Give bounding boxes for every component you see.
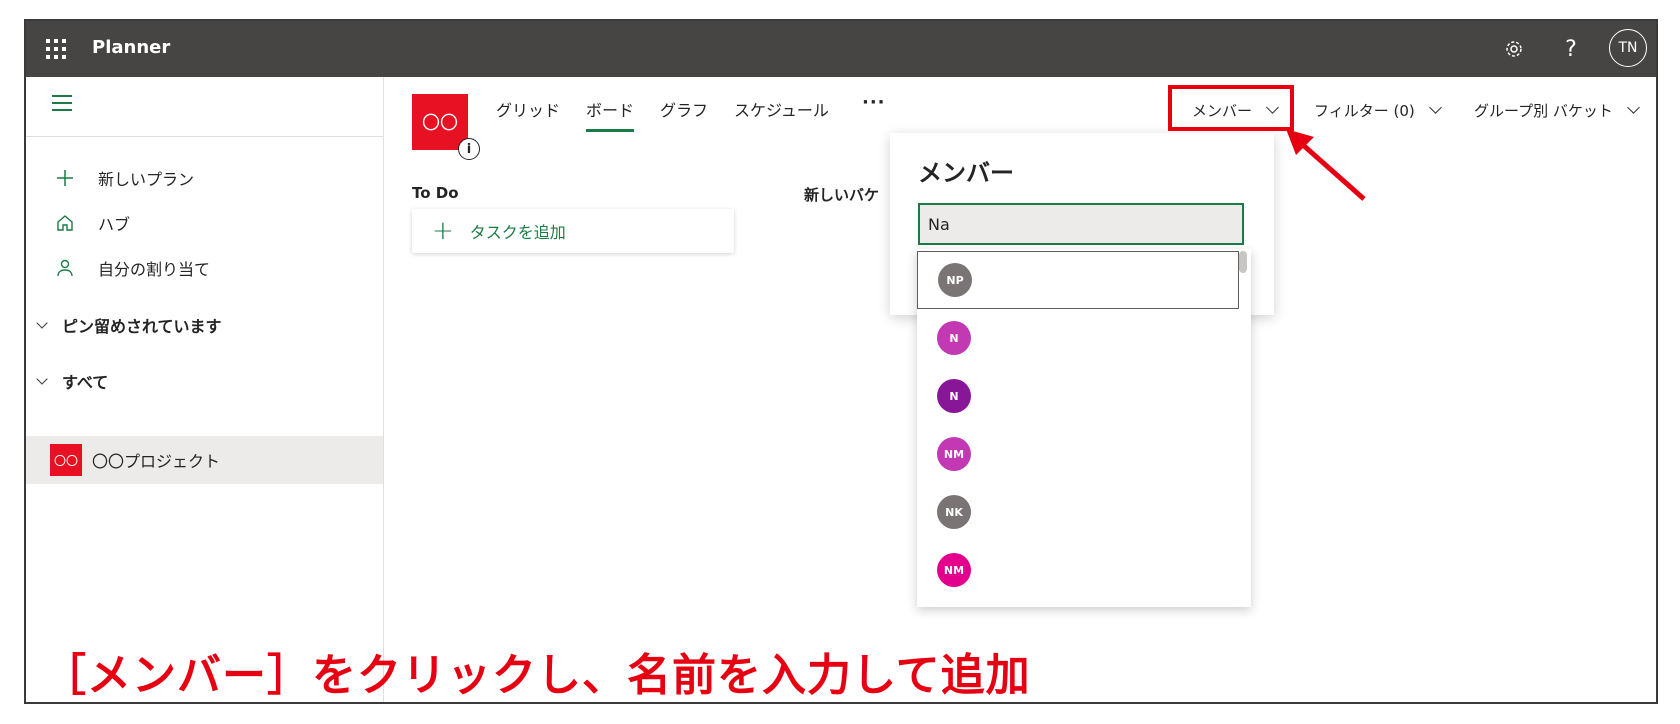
member-panel-title: メンバー xyxy=(918,159,1014,187)
sidebar-item-new-plan[interactable]: 新しいプラン xyxy=(54,163,194,193)
section-all[interactable]: すべて xyxy=(36,366,109,396)
add-task-button[interactable]: + タスクを追加 xyxy=(412,209,734,253)
avatar: NM xyxy=(937,553,971,587)
user-avatar[interactable]: TN xyxy=(1609,29,1647,67)
sidebar: 新しいプラン ハブ 自分の割り当て ピン留めされています すべて 〇〇 〇〇プロ… xyxy=(26,77,384,702)
filter-button[interactable]: フィルター (0) xyxy=(1314,97,1442,123)
group-by-label: グループ別 バケット xyxy=(1474,101,1613,120)
tab-chart[interactable]: グラフ xyxy=(660,94,708,124)
avatar: N xyxy=(937,379,971,413)
list-item[interactable]: N xyxy=(917,309,1239,367)
filter-label: フィルター (0) xyxy=(1314,101,1415,120)
bucket-title-new[interactable]: 新しいバケ xyxy=(804,184,879,205)
tab-board[interactable]: ボード xyxy=(586,94,635,132)
group-by-button[interactable]: グループ別 バケット xyxy=(1474,97,1640,123)
instruction-caption: ［メンバー］をクリックし、名前を入力して追加 xyxy=(42,650,1031,701)
gear-icon[interactable] xyxy=(1500,35,1528,63)
hamburger-menu-icon[interactable] xyxy=(52,95,72,111)
section-label: ピン留めされています xyxy=(62,317,222,336)
more-options-icon[interactable]: ··· xyxy=(862,92,886,113)
person-icon xyxy=(54,257,76,279)
list-item[interactable]: NK xyxy=(917,483,1239,541)
list-item[interactable]: NM xyxy=(917,425,1239,483)
app-header: Planner ? TN xyxy=(26,21,1656,77)
app-launcher-icon[interactable] xyxy=(42,35,70,63)
annotation-arrow-icon xyxy=(1286,129,1366,201)
list-item[interactable]: NM xyxy=(917,541,1239,599)
screenshot-frame: Planner ? TN 新しいプラン ハブ 自分の割り当て ピン留めされていま… xyxy=(24,19,1658,704)
info-icon[interactable]: i xyxy=(458,138,480,160)
plan-logo: 〇〇 xyxy=(50,444,82,476)
plus-icon: + xyxy=(432,216,454,246)
section-pinned[interactable]: ピン留めされています xyxy=(36,310,222,340)
members-highlight-box xyxy=(1168,85,1294,131)
sidebar-item-label: 新しいプラン xyxy=(98,170,195,189)
sidebar-item-hub[interactable]: ハブ xyxy=(54,208,130,238)
chevron-down-icon xyxy=(1627,101,1640,114)
sidebar-divider xyxy=(26,136,384,137)
list-item[interactable]: NP xyxy=(917,251,1239,309)
avatar: NM xyxy=(937,437,971,471)
chevron-down-icon xyxy=(36,316,48,329)
sidebar-item-label: 自分の割り当て xyxy=(98,260,211,279)
sidebar-item-my-assignments[interactable]: 自分の割り当て xyxy=(54,253,210,283)
chevron-down-icon xyxy=(36,372,48,385)
add-task-label: タスクを追加 xyxy=(469,223,566,242)
section-label: すべて xyxy=(62,373,109,392)
home-icon xyxy=(54,212,76,234)
plan-name: 〇〇プロジェクト xyxy=(92,452,221,471)
chevron-down-icon xyxy=(1428,101,1442,114)
avatar: NK xyxy=(937,495,971,529)
app-title[interactable]: Planner xyxy=(92,37,170,58)
tab-schedule[interactable]: スケジュール xyxy=(734,94,829,124)
member-suggestions-list[interactable]: NP N N NM NK NM xyxy=(917,249,1251,607)
list-item[interactable]: N xyxy=(917,367,1239,425)
help-icon[interactable]: ? xyxy=(1557,35,1585,63)
sidebar-item-plan[interactable]: 〇〇 〇〇プロジェクト xyxy=(26,436,383,484)
plus-icon xyxy=(54,167,76,189)
member-search-input[interactable] xyxy=(918,203,1244,245)
scrollbar-thumb[interactable] xyxy=(1239,251,1247,273)
avatar: N xyxy=(937,321,971,355)
tab-grid[interactable]: グリッド xyxy=(496,94,560,124)
avatar: NP xyxy=(938,263,972,297)
sidebar-item-label: ハブ xyxy=(98,215,131,234)
bucket-title-todo: To Do xyxy=(412,184,459,202)
